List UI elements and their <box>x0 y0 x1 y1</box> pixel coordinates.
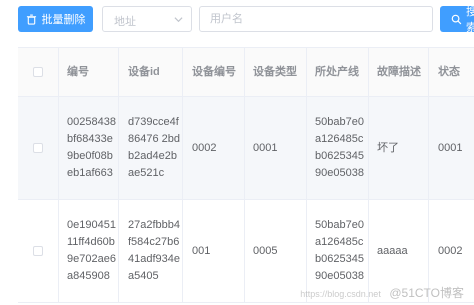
column-divider <box>182 48 183 303</box>
header-device-id: 设备id <box>128 65 160 78</box>
cell-fault: 坏了 <box>377 141 399 154</box>
column-divider <box>306 48 307 303</box>
cell-id: 0e19045111ff4d60b9e702ae6a845908 <box>67 219 116 282</box>
header-device-type: 设备类型 <box>253 65 297 78</box>
table-header: 编号 设备id 设备编号 设备类型 所处产线 故障描述 状态 <box>18 48 474 97</box>
chevron-down-icon <box>174 17 183 23</box>
username-input[interactable] <box>210 8 420 30</box>
row-checkbox[interactable] <box>33 246 43 256</box>
address-placeholder: 地址 <box>114 16 136 28</box>
row-checkbox[interactable] <box>33 143 43 153</box>
column-divider <box>428 48 429 303</box>
row-checkbox-cell <box>18 97 58 199</box>
table-row[interactable]: 00258438bf68433e9be0f08beb1af663 d739cce… <box>18 97 474 200</box>
header-status: 状态 <box>438 65 460 78</box>
watermark-brand: @51CTO博客 <box>389 286 464 300</box>
search-icon <box>451 14 462 24</box>
watermark-url: https://blog.csdn.net <box>300 289 381 299</box>
cell-device-type: 0001 <box>253 141 278 154</box>
batch-delete-button[interactable]: 批量删除 <box>18 6 93 32</box>
column-divider <box>58 48 59 303</box>
cell-device-no: 0002 <box>192 141 217 154</box>
header-device-no: 设备编号 <box>192 65 236 78</box>
cell-status: 0001 <box>438 141 463 154</box>
search-label: 搜索 <box>466 6 474 32</box>
toolbar: 批量删除 地址 搜索 <box>0 0 474 38</box>
delete-icon <box>26 14 36 25</box>
cell-line: 50bab7e0a126485cb062534590e05038 <box>315 116 364 179</box>
search-button[interactable]: 搜索 <box>440 6 474 32</box>
header-line: 所处产线 <box>315 65 359 78</box>
column-divider <box>244 48 245 303</box>
cell-device-id: d739cce4f86476 2bdb2ad4e2bae521c <box>128 116 180 179</box>
batch-delete-label: 批量删除 <box>41 14 86 26</box>
header-fault: 故障描述 <box>377 65 421 78</box>
cell-device-id: 27a2fbbb4f584c27b641adf934ea5405 <box>128 219 180 282</box>
username-input-wrapper <box>199 6 433 32</box>
column-divider <box>368 48 369 303</box>
header-checkbox-cell <box>18 48 58 96</box>
address-select[interactable]: 地址 <box>102 6 192 32</box>
watermark: https://blog.csdn.net @51CTO博客 <box>300 284 464 301</box>
select-all-checkbox[interactable] <box>33 67 43 77</box>
data-table: 编号 设备id 设备编号 设备类型 所处产线 故障描述 状态 00258438b… <box>18 47 474 303</box>
column-divider <box>118 48 119 303</box>
cell-id: 00258438bf68433e9be0f08beb1af663 <box>67 116 116 179</box>
cell-device-no: 001 <box>192 244 211 257</box>
header-id: 编号 <box>67 65 89 78</box>
row-checkbox-cell <box>18 200 58 302</box>
cell-device-type: 0005 <box>253 244 278 257</box>
